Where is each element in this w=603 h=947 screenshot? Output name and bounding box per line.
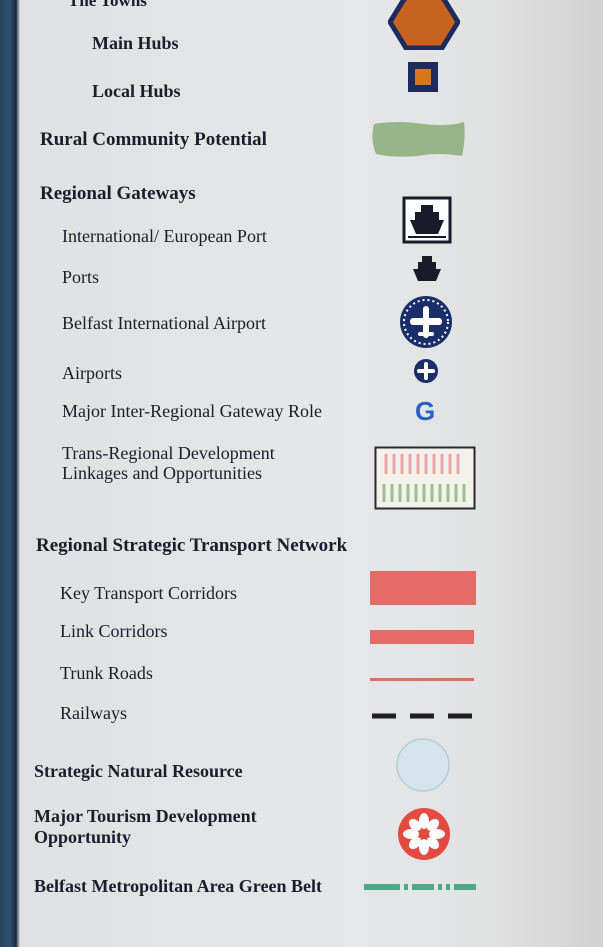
rural-community-swatch — [372, 122, 465, 157]
legend-label-main-hubs: Main Hubs — [92, 33, 179, 53]
legend-label-link-corridors: Link Corridors — [60, 621, 168, 641]
legend-label-intl-port: International/ European Port — [62, 226, 267, 246]
local-hub-square-icon — [408, 62, 438, 92]
link-corridor-swatch — [370, 630, 474, 644]
green-belt-dashed-swatch — [364, 884, 476, 890]
trans-regional-hatch-swatch — [374, 446, 476, 510]
legend-label-railways: Railways — [60, 703, 127, 723]
international-port-ship-icon — [402, 196, 452, 244]
legend-label-local-hubs: Local Hubs — [92, 81, 181, 101]
legend-header-green-belt: Belfast Metropolitan Area Green Belt — [34, 876, 322, 896]
legend-header-natural-resource: Strategic Natural Resource — [34, 761, 243, 781]
main-hub-hexagon-icon — [388, 0, 460, 50]
legend-label-trunk-roads: Trunk Roads — [60, 663, 153, 683]
map-legend: The Towns Main Hubs Local Hubs Rural Com… — [0, 0, 603, 947]
tourism-flower-icon — [398, 808, 450, 860]
gateway-role-g-symbol: G — [415, 396, 436, 426]
legend-label-trans-regional: Trans-Regional Development Linkages and … — [62, 443, 275, 483]
legend-header-rural-community: Rural Community Potential — [40, 129, 267, 150]
key-corridor-swatch — [370, 571, 476, 605]
legend-label-ports: Ports — [62, 267, 100, 287]
airport-airplane-icon — [414, 359, 438, 383]
legend-header-major-tourism: Major Tourism Development Opportunity — [34, 806, 257, 847]
trunk-road-swatch — [370, 678, 474, 681]
legend-header-regional-gateways: Regional Gateways — [40, 183, 196, 204]
legend-header-towns: The Towns — [68, 0, 147, 10]
port-ship-icon — [413, 256, 441, 281]
legend-label-belfast-airport: Belfast International Airport — [62, 313, 266, 333]
belfast-international-airplane-icon — [400, 296, 452, 348]
natural-resource-circle-swatch — [396, 738, 450, 792]
legend-label-key-corridors: Key Transport Corridors — [60, 583, 238, 603]
railway-dashed-swatch — [372, 713, 474, 719]
legend-label-gateway-role: Major Inter-Regional Gateway Role — [62, 401, 323, 421]
legend-label-airports: Airports — [62, 363, 122, 383]
legend-header-transport-network: Regional Strategic Transport Network — [36, 535, 348, 556]
